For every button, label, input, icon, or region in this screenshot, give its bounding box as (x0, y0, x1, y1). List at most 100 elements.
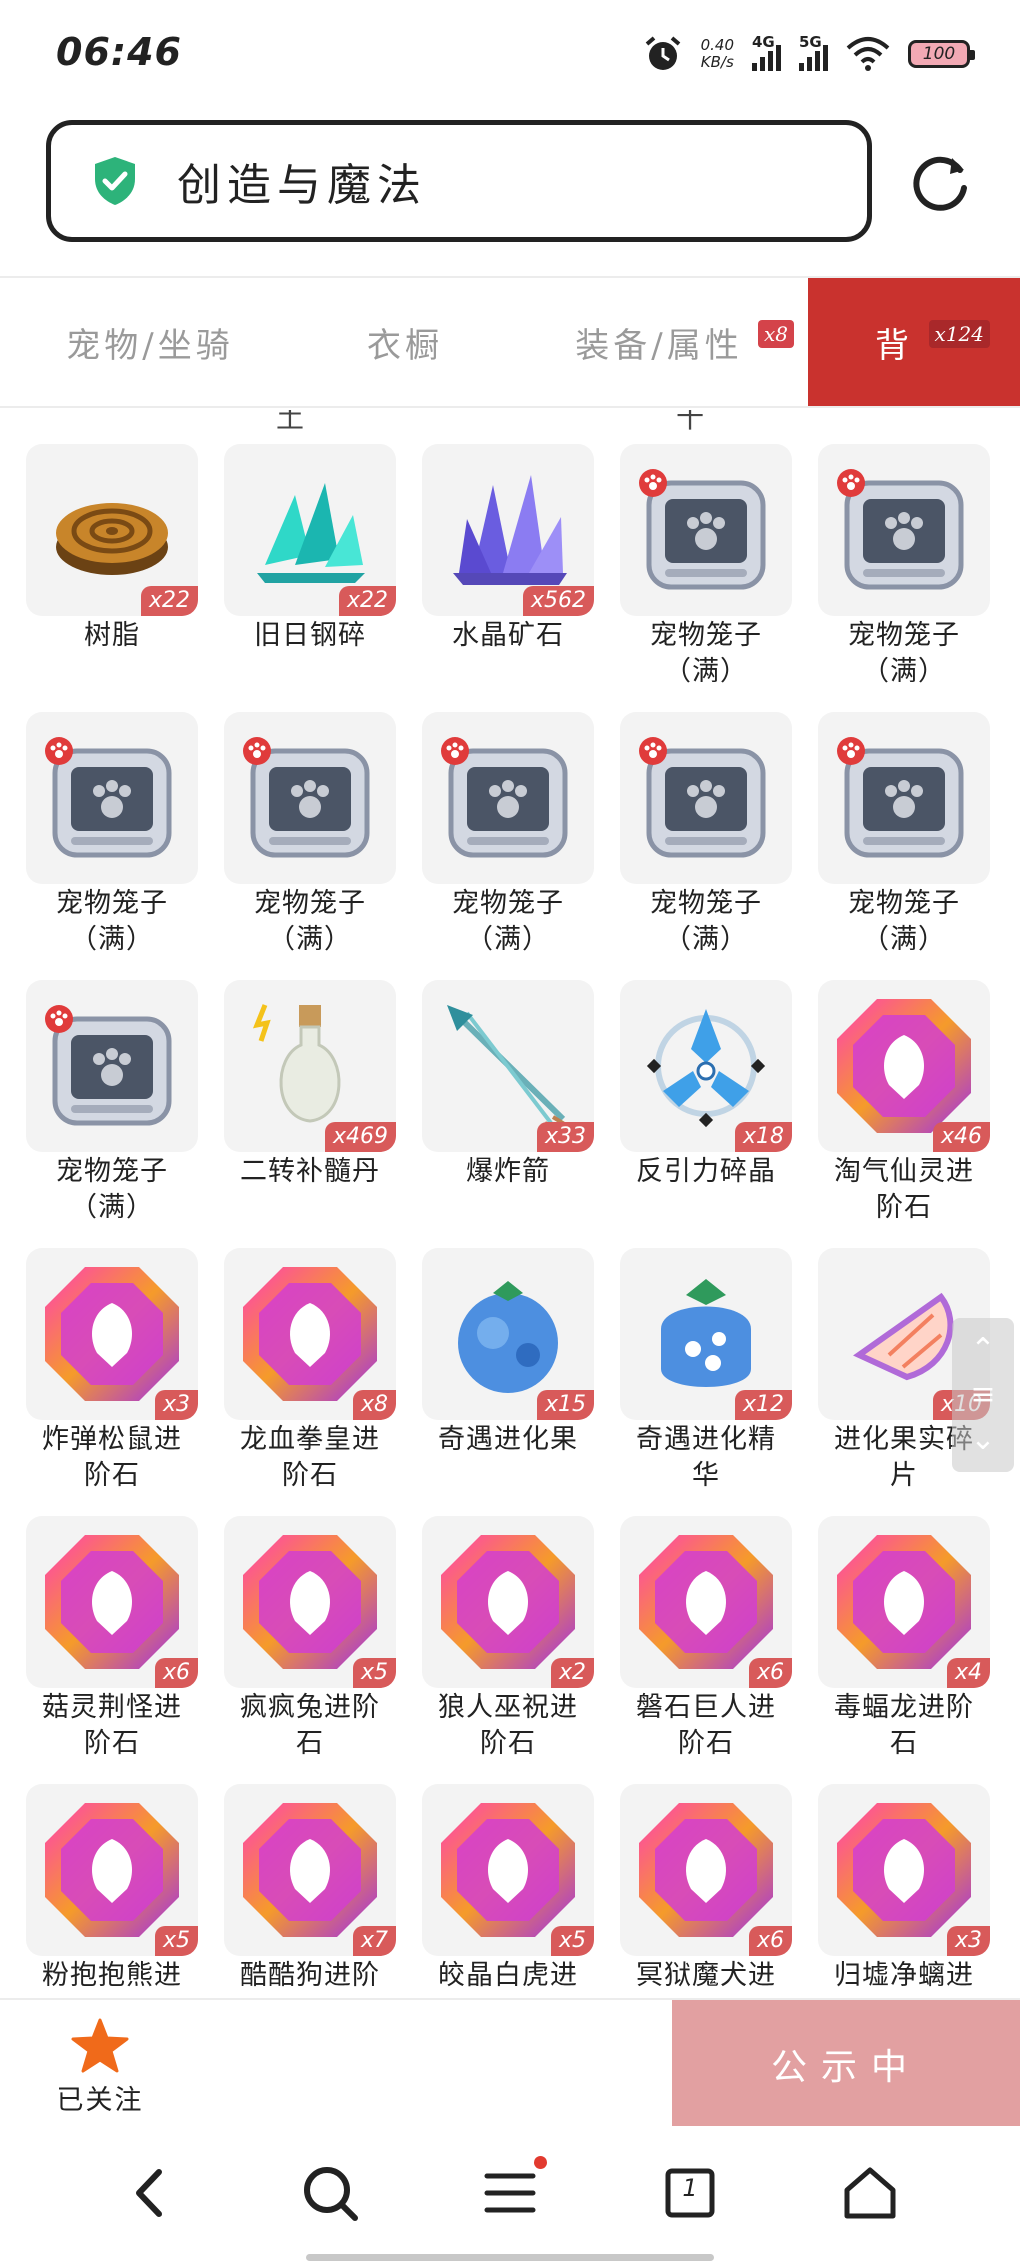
item-card[interactable]: x46 (818, 980, 990, 1152)
item-card[interactable]: x7 (224, 1784, 396, 1956)
tabs-button[interactable]: 1 (659, 2162, 721, 2224)
antigravity-crystal-icon (646, 1009, 766, 1128)
inventory-item[interactable]: 宠物笼子 （满） (224, 712, 396, 980)
tab-backpack[interactable]: 背 x124 (808, 278, 1020, 406)
scroll-down-icon[interactable]: ⌄ (970, 1424, 995, 1455)
net-speed-unit: KB/s (700, 53, 734, 71)
item-name: 归墟净螭进 (834, 1960, 974, 1991)
item-card[interactable] (26, 980, 198, 1152)
inventory-item[interactable]: x46 淘气仙灵进 阶石 (818, 980, 990, 1248)
item-name: 皎晶白虎进 (438, 1960, 578, 1991)
item-card[interactable]: x6 (26, 1516, 198, 1688)
inventory-item[interactable]: 宠物笼子 （满） (620, 712, 792, 980)
inventory-item[interactable]: x6 冥狱魔犬进 (620, 1784, 792, 1998)
shield-check-icon (95, 157, 135, 205)
inventory-item[interactable]: x5 疯疯兔进阶 石 (224, 1516, 396, 1784)
item-card[interactable]: x5 (26, 1784, 198, 1956)
inventory-item[interactable]: 宠物笼子 （满） (422, 712, 594, 980)
inventory-item[interactable]: x6 磐石巨人进 阶石 (620, 1516, 792, 1784)
item-card[interactable] (26, 712, 198, 884)
tab-equipment-attributes[interactable]: 装备/属性 x8 (510, 278, 808, 406)
item-name: 宠物笼子 （满） (848, 620, 960, 687)
inventory-item[interactable]: 宠物笼子 （满） (26, 980, 198, 1248)
menu-button[interactable] (479, 2156, 547, 2224)
tab-count: 1 (682, 2174, 698, 2202)
battery-level: 100 (922, 44, 956, 64)
inventory-item[interactable]: x8 龙血拳皇进 阶石 (224, 1248, 396, 1516)
item-quantity-badge: x4 (946, 1658, 990, 1688)
inventory-item[interactable]: 宠物笼子 （满） (818, 712, 990, 980)
inventory-item[interactable]: x469 二转补髓丹 (224, 980, 396, 1248)
back-button[interactable] (119, 2162, 181, 2224)
item-card[interactable] (818, 712, 990, 884)
scroll-middle-icon[interactable]: ≡ (970, 1379, 995, 1410)
inventory-item[interactable]: x5 皎晶白虎进 (422, 1784, 594, 1998)
home-button[interactable] (839, 2162, 901, 2224)
item-card[interactable]: x18 (620, 980, 792, 1152)
item-card[interactable]: x12 (620, 1248, 792, 1420)
inventory-item[interactable]: x4 毒蝠龙进阶 石 (818, 1516, 990, 1784)
inventory-item[interactable]: x6 菇灵荆怪进 阶石 (26, 1516, 198, 1784)
inventory-item[interactable]: x2 狼人巫祝进 阶石 (422, 1516, 594, 1784)
inventory-item[interactable]: x33 爆炸箭 (422, 980, 594, 1248)
item-card[interactable]: x33 (422, 980, 594, 1152)
evolution-stone-icon (243, 1803, 377, 1937)
inventory-item[interactable]: x562 水晶矿石 (422, 444, 594, 712)
evolution-stone-icon (243, 1535, 377, 1669)
item-card[interactable]: x6 (620, 1516, 792, 1688)
listing-status-label: 公示中 (770, 2047, 921, 2088)
scroll-controls[interactable]: ⌃ ≡ ⌄ (952, 1318, 1014, 1472)
inventory-grid-area[interactable]: 土 十 x22 树脂 x22 旧日钢碎 x562 水晶矿石 宠物笼子 （满） 宠物笼子 （满）… (0, 410, 1020, 1998)
notification-dot (534, 2156, 547, 2169)
item-card[interactable] (422, 712, 594, 884)
status-time: 06:46 (56, 30, 182, 74)
item-card[interactable]: x22 (224, 444, 396, 616)
tab-pets-mounts[interactable]: 宠物/坐骑 (0, 278, 300, 406)
signal-4g-label: 4G (752, 33, 775, 51)
category-tabs: 宠物/坐骑 衣橱 装备/属性 x8 背 x124 (0, 276, 1020, 408)
item-card[interactable]: x15 (422, 1248, 594, 1420)
browser-nav-bar: 1 (0, 2126, 1020, 2267)
inventory-item[interactable]: x3 归墟净螭进 (818, 1784, 990, 1998)
inventory-item[interactable]: x3 炸弹松鼠进 阶石 (26, 1248, 198, 1516)
inventory-item[interactable]: x5 粉抱抱熊进 (26, 1784, 198, 1998)
address-bar[interactable]: 创造与魔法 (46, 120, 872, 242)
search-button[interactable] (299, 2162, 361, 2224)
item-card[interactable]: x22 (26, 444, 198, 616)
reload-icon[interactable] (908, 150, 974, 216)
item-quantity-badge: x7 (352, 1926, 396, 1956)
inventory-item[interactable]: x22 旧日钢碎 (224, 444, 396, 712)
item-card[interactable]: x562 (422, 444, 594, 616)
item-card[interactable]: x3 (26, 1248, 198, 1420)
item-name: 菇灵荆怪进 阶石 (42, 1692, 182, 1759)
inventory-item[interactable]: 宠物笼子 （满） (818, 444, 990, 712)
scroll-up-icon[interactable]: ⌃ (970, 1335, 995, 1365)
inventory-item[interactable]: x15 奇遇进化果 (422, 1248, 594, 1516)
listing-status-button[interactable]: 公示中 (672, 2000, 1020, 2128)
item-card[interactable]: x6 (620, 1784, 792, 1956)
item-card[interactable] (620, 712, 792, 884)
item-card[interactable] (224, 712, 396, 884)
item-card[interactable]: x469 (224, 980, 396, 1152)
item-card[interactable]: x4 (818, 1516, 990, 1688)
item-card[interactable]: x5 (422, 1784, 594, 1956)
item-card[interactable] (620, 444, 792, 616)
item-card[interactable] (818, 444, 990, 616)
item-card[interactable]: x5 (224, 1516, 396, 1688)
follow-button[interactable]: 已关注 (50, 2018, 150, 2117)
home-indicator[interactable] (306, 2254, 714, 2261)
inventory-item[interactable]: 宠物笼子 （满） (620, 444, 792, 712)
item-card[interactable]: x2 (422, 1516, 594, 1688)
inventory-item[interactable]: x12 奇遇进化精 华 (620, 1248, 792, 1516)
item-card[interactable]: x3 (818, 1784, 990, 1956)
inventory-item[interactable]: x18 反引力碎晶 (620, 980, 792, 1248)
item-card[interactable]: x8 (224, 1248, 396, 1420)
star-icon (71, 2018, 129, 2073)
pet-cage-icon (45, 1005, 172, 1126)
inventory-item[interactable]: 宠物笼子 （满） (26, 712, 198, 980)
item-name: 奇遇进化精 华 (636, 1424, 776, 1491)
inventory-item[interactable]: x7 酷酷狗进阶 (224, 1784, 396, 1998)
tab-wardrobe[interactable]: 衣橱 (300, 278, 510, 406)
action-bar: 已关注 公示中 (0, 1998, 1020, 2128)
inventory-item[interactable]: x22 树脂 (26, 444, 198, 712)
